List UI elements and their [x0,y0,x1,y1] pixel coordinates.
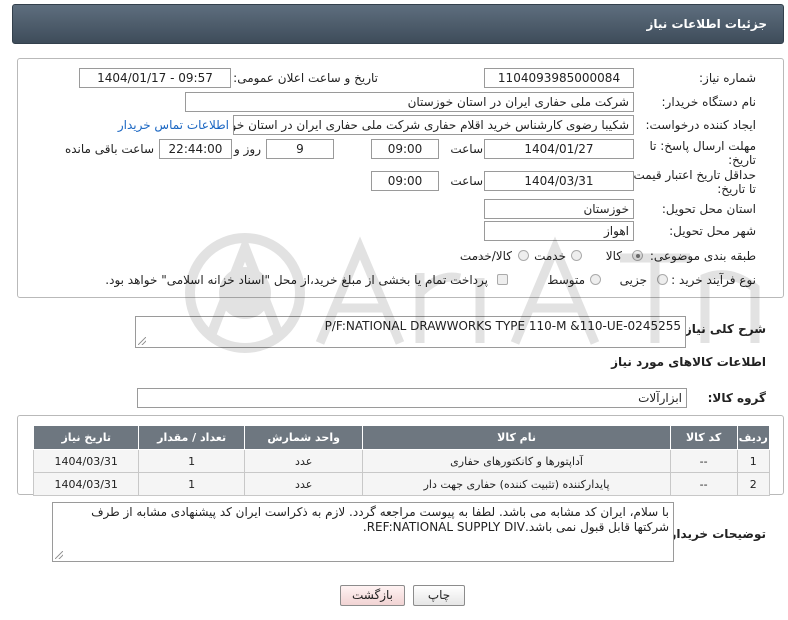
col-row-header: ردیف [736,425,771,450]
item-qty: 1 [138,449,245,473]
price-validity-label-2: تا تاریخ: [717,182,756,196]
remaining-time-label: ساعت باقی مانده [64,142,154,156]
announce-datetime-field[interactable]: 1404/01/17 - 09:57 [79,68,231,88]
table-row[interactable]: 1 -- آداپتورها و کانکتورهای حفاری عدد 1 … [32,449,771,473]
buyer-notes-field[interactable]: با سلام، ایران کد مشابه می باشد. لطفا به… [52,502,674,562]
need-number-field[interactable]: 1104093985000084 [484,68,634,88]
treasury-bonds-note: پرداخت تمام یا بخشی از مبلغ خرید،از محل … [105,273,488,287]
reply-time-field[interactable]: 09:00 [371,139,439,159]
price-validity-label: حداقل تاریخ اعتبار قیمت: [629,168,756,182]
item-unit: عدد [243,472,364,496]
reply-time-label: ساعت [450,142,483,156]
category-radio-goods[interactable] [632,250,643,261]
goods-group-field[interactable]: ابزارآلات [137,388,687,408]
price-validity-date-field[interactable]: 1404/03/31 [484,171,634,191]
col-unit-header: واحد شمارش [243,425,364,450]
resize-grip-icon[interactable] [138,337,146,345]
item-qty: 1 [138,472,245,496]
buyer-notes-label: توضیحات خریدار: [664,527,766,541]
remaining-time-field[interactable]: 22:44:00 [159,139,232,159]
row-number: 1 [736,449,771,473]
col-qty-header: تعداد / مقدار [138,425,245,450]
items-table: ردیف کد کالا نام کالا واحد شمارش تعداد /… [32,425,771,496]
table-row[interactable]: 2 -- پایدارکننده (تثبیت کننده) حفاری جهت… [32,472,771,496]
description-label: شرح کلی نیاز: [680,322,766,336]
category-option-goods-service: کالا/خدمت [459,249,512,263]
col-code-header: کد کالا [669,425,738,450]
description-field[interactable]: P/F:NATIONAL DRAWWORKS TYPE 110-M &110-U… [135,316,686,348]
description-text: P/F:NATIONAL DRAWWORKS TYPE 110-M &110-U… [324,319,681,333]
col-name-header: نام کالا [362,425,671,450]
item-need-date: 1404/03/31 [32,449,140,473]
delivery-city-label: شهر محل تحویل: [669,224,756,238]
treasury-bonds-checkbox[interactable] [497,274,508,285]
buyer-org-field[interactable]: شرکت ملی حفاری ایران در استان خوزستان [185,92,634,112]
item-need-date: 1404/03/31 [32,472,140,496]
resize-grip-icon[interactable] [55,551,63,559]
col-date-header: تاریخ نیاز [32,425,140,450]
announce-datetime-label: تاریخ و ساعت اعلان عمومی: [233,71,378,85]
category-radio-goods-service[interactable] [518,250,529,261]
page-header: جزئیات اطلاعات نیاز [12,4,784,44]
category-label: طبقه بندی موضوعی: [649,249,756,263]
category-radio-service[interactable] [571,250,582,261]
page-title: جزئیات اطلاعات نیاز [646,17,767,31]
purchase-radio-medium[interactable] [590,274,601,285]
reply-date-field[interactable]: 1404/01/27 [484,139,634,159]
item-name: آداپتورها و کانکتورهای حفاری [362,449,671,473]
price-validity-time-field[interactable]: 09:00 [371,171,439,191]
item-code: -- [669,449,738,473]
goods-group-label: گروه کالا: [707,391,766,405]
delivery-province-label: استان محل تحویل: [661,202,756,216]
requester-label: ایجاد کننده درخواست: [645,118,756,132]
purchase-option-medium: متوسط [547,273,585,287]
buyer-org-label: نام دستگاه خریدار: [661,95,757,109]
item-unit: عدد [243,449,364,473]
category-option-goods: کالا [605,249,622,263]
row-number: 2 [736,472,771,496]
buyer-notes-text: با سلام، ایران کد مشابه می باشد. لطفا به… [91,505,669,534]
buyer-contact-link[interactable]: اطلاعات تماس خریدار [118,118,229,132]
reply-deadline-label: مهلت ارسال پاسخ: تا [649,139,756,153]
purchase-type-label: نوع فرآیند خرید : [671,273,756,287]
need-number-label: شماره نیاز: [699,71,756,85]
items-section-title: اطلاعات کالاهای مورد نیاز [611,355,766,369]
delivery-province-field[interactable]: خوزستان [484,199,634,219]
price-validity-time-label: ساعت [450,174,483,188]
item-code: -- [669,472,738,496]
item-name: پایدارکننده (تثبیت کننده) حفاری جهت دار [362,472,671,496]
print-button[interactable]: چاپ [413,585,465,606]
requester-field[interactable]: شکیبا رضوی کارشناس خرید اقلام حفاری شرکت… [233,115,634,135]
purchase-radio-minor[interactable] [657,274,668,285]
days-label: روز و [234,142,261,156]
delivery-city-field[interactable]: اهواز [484,221,634,241]
category-option-service: خدمت [534,249,566,263]
back-button[interactable]: بازگشت [340,585,405,606]
purchase-option-minor: جزیی [619,273,647,287]
reply-deadline-label-2: تاریخ: [728,153,756,167]
remaining-days-field[interactable]: 9 [266,139,334,159]
